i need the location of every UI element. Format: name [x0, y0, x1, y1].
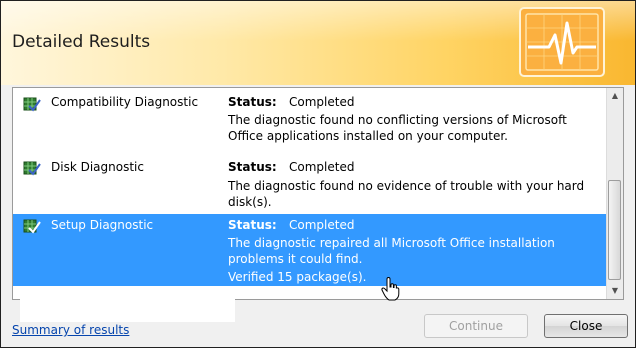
summary-of-results-link[interactable]: Summary of results: [12, 323, 129, 337]
header-banner: Detailed Results: [1, 1, 635, 85]
diagnostic-check-icon: [23, 161, 41, 176]
results-list[interactable]: Compatibility Diagnostic Status: Complet…: [12, 87, 624, 300]
status-value: Completed: [289, 95, 355, 109]
results-scrollbar[interactable]: ▲ ▼: [606, 88, 623, 299]
result-description: The diagnostic found no conflicting vers…: [228, 113, 567, 143]
window-title: Detailed Results: [12, 32, 151, 52]
status-value: Completed: [289, 160, 355, 174]
result-row-setup[interactable]: Setup Diagnostic Status: Completed The d…: [13, 214, 607, 286]
continue-button[interactable]: Continue: [424, 314, 528, 338]
result-description: The diagnostic found no evidence of trou…: [228, 179, 585, 209]
result-row-compatibility[interactable]: Compatibility Diagnostic Status: Complet…: [13, 88, 607, 146]
result-name: Compatibility Diagnostic: [51, 95, 199, 109]
result-name: Setup Diagnostic: [51, 218, 154, 232]
diagnostic-check-icon: [23, 97, 41, 112]
scrollbar-thumb[interactable]: [608, 180, 621, 280]
status-label: Status:: [228, 95, 277, 109]
status-value: Completed: [289, 218, 355, 232]
detailed-results-window: Detailed Results Compatibility Diagnosti…: [0, 0, 636, 348]
footer-blank-area: [20, 298, 235, 322]
status-label: Status:: [228, 218, 277, 232]
status-label: Status:: [228, 160, 277, 174]
result-description: The diagnostic repaired all Microsoft Of…: [228, 236, 555, 266]
scroll-down-arrow-icon[interactable]: ▼: [607, 283, 623, 299]
result-extra-info: Verified 15 package(s).: [228, 270, 367, 284]
result-row-disk[interactable]: Disk Diagnostic Status: Completed The di…: [13, 148, 607, 210]
close-button[interactable]: Close: [544, 314, 628, 338]
result-name: Disk Diagnostic: [51, 160, 144, 174]
scroll-up-arrow-icon[interactable]: ▲: [607, 88, 623, 104]
heartbeat-monitor-icon: [519, 7, 605, 77]
diagnostic-check-icon: [23, 219, 41, 234]
hand-pointer-cursor-icon: [381, 277, 400, 301]
